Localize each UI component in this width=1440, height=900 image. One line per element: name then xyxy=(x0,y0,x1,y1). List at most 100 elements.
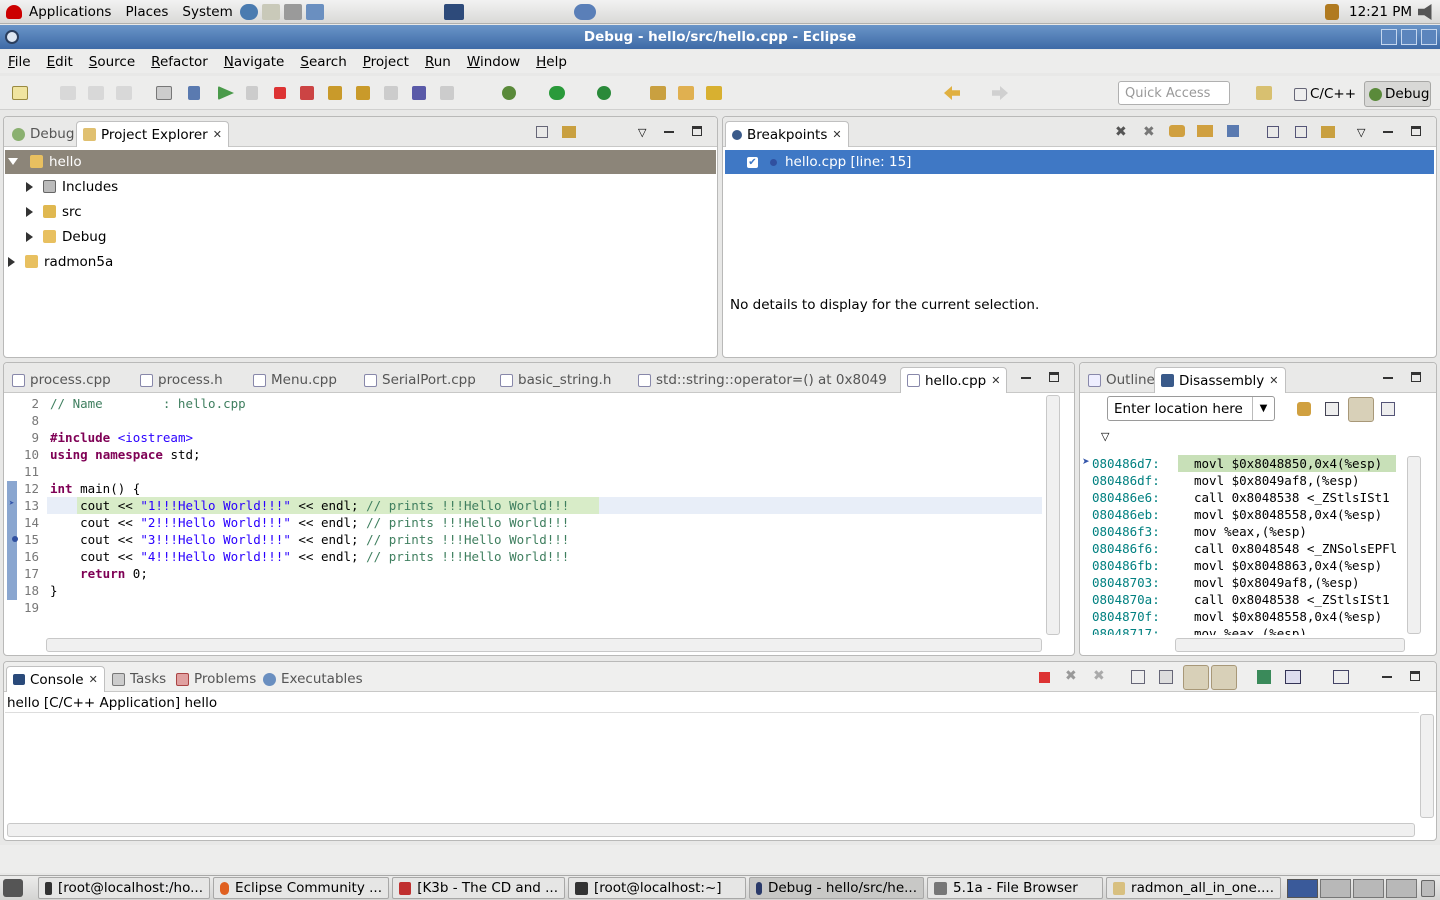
breakpoint-marker-icon[interactable] xyxy=(12,536,18,542)
perspective-debug-button[interactable]: Debug xyxy=(1364,81,1431,107)
run-to-line-icon[interactable] xyxy=(412,86,426,100)
window-menu-icon[interactable] xyxy=(5,30,19,44)
maximize-window-button[interactable] xyxy=(1401,29,1417,45)
maximize-view-icon[interactable] xyxy=(1411,372,1421,382)
expand-toggle-icon[interactable] xyxy=(26,206,33,217)
disconnect-icon[interactable] xyxy=(300,86,314,100)
menu-edit[interactable]: Edit xyxy=(39,54,81,70)
disassembly-row[interactable]: 08048717: mov %eax,(%esp) xyxy=(1092,625,1307,635)
link-with-editor-icon[interactable] xyxy=(1348,397,1374,422)
goto-file-icon[interactable] xyxy=(1197,125,1213,137)
tree-item-debug[interactable]: Debug xyxy=(26,224,106,249)
disassembly-row[interactable]: 08048703: movl $0x8049af8,(%esp) xyxy=(1092,574,1360,591)
location-combo[interactable]: Enter location here ▼ xyxy=(1107,396,1275,421)
editor-launcher-icon[interactable] xyxy=(283,3,302,20)
quick-access-field[interactable]: Quick Access xyxy=(1118,81,1230,105)
disassembly-horizontal-scrollbar[interactable] xyxy=(1175,638,1405,652)
dropdown-arrow-icon[interactable]: ▼ xyxy=(1252,397,1274,420)
trash-icon[interactable] xyxy=(1421,880,1435,897)
minimize-view-icon[interactable] xyxy=(1382,676,1392,678)
pin-console-icon[interactable] xyxy=(1257,670,1271,684)
remove-launch-icon[interactable]: ✖ xyxy=(1065,668,1077,684)
tab-debug[interactable]: Debug xyxy=(6,121,80,147)
close-tab-icon[interactable]: ✕ xyxy=(213,128,222,141)
disassembly-row[interactable]: 080486eb: movl $0x8048558,0x4(%esp) xyxy=(1092,506,1382,523)
minimize-view-icon[interactable] xyxy=(1383,131,1393,133)
task-k3b[interactable]: [K3b - The CD and ... xyxy=(392,877,565,899)
console-vertical-scrollbar[interactable] xyxy=(1420,714,1434,818)
minimize-view-icon[interactable] xyxy=(664,131,674,133)
expand-toggle-icon[interactable] xyxy=(26,181,33,192)
tab-tasks[interactable]: Tasks xyxy=(106,666,172,692)
mail-launcher-icon[interactable] xyxy=(261,3,280,20)
code-area[interactable]: 2 8 9 10 11 12 13 14 15 16 17 18 19 ➤ //… xyxy=(4,395,1044,635)
close-tab-icon[interactable]: ✕ xyxy=(89,673,98,686)
maximize-view-icon[interactable] xyxy=(692,126,702,136)
menu-navigate[interactable]: Navigate xyxy=(216,54,293,70)
external-tools-icon[interactable] xyxy=(597,86,611,100)
breakpoint-row[interactable]: ✔ hello.cpp [line: 15] xyxy=(725,150,1434,174)
terminate-icon[interactable] xyxy=(1039,672,1050,683)
checkbox-checked-icon[interactable]: ✔ xyxy=(747,156,758,168)
notes-launcher-icon[interactable] xyxy=(305,3,324,20)
minimize-window-button[interactable] xyxy=(1381,29,1397,45)
expand-all-icon[interactable] xyxy=(1267,126,1279,138)
maximize-view-icon[interactable] xyxy=(1049,372,1059,382)
step-return-icon[interactable] xyxy=(384,86,398,100)
collapse-all-icon[interactable] xyxy=(1295,126,1307,138)
tab-console[interactable]: Console ✕ xyxy=(6,666,105,692)
maximize-view-icon[interactable] xyxy=(1411,126,1421,136)
clock[interactable]: 12:21 PM xyxy=(1349,4,1412,20)
terminal-launcher-icon[interactable] xyxy=(443,3,464,20)
remove-all-breakpoints-icon[interactable]: ✖ xyxy=(1143,124,1155,140)
minimize-view-icon[interactable] xyxy=(1021,377,1031,379)
browser-launcher-icon[interactable] xyxy=(239,3,258,20)
open-element-icon[interactable] xyxy=(678,86,694,100)
link-view-icon[interactable] xyxy=(1321,126,1335,138)
refresh-icon[interactable] xyxy=(1381,402,1395,416)
step-into-icon[interactable] xyxy=(328,86,342,100)
workspace-switcher[interactable] xyxy=(1287,879,1417,898)
tree-item-radmon5a[interactable]: radmon5a xyxy=(8,249,113,274)
step-over-icon[interactable] xyxy=(356,86,370,100)
editor-vertical-scrollbar[interactable] xyxy=(1046,395,1060,635)
workspace-4[interactable] xyxy=(1386,879,1417,898)
save-all-icon[interactable] xyxy=(88,86,104,100)
tab-serialport-cpp[interactable]: SerialPort.cpp xyxy=(358,367,482,393)
tab-executables[interactable]: Executables xyxy=(257,666,369,692)
tab-operator-eq[interactable]: std::string::operator=() at 0x8049 xyxy=(632,367,893,393)
print-icon[interactable] xyxy=(116,86,132,100)
task-eclipse-debug[interactable]: Debug - hello/src/he... xyxy=(749,877,924,899)
disassembly-row[interactable]: 080486df: movl $0x8049af8,(%esp) xyxy=(1092,472,1360,489)
view-menu-icon[interactable]: ▽ xyxy=(1101,430,1109,443)
disassembly-row[interactable]: 080486fb: movl $0x8048863,0x4(%esp) xyxy=(1092,557,1382,574)
show-desktop-icon[interactable] xyxy=(3,879,23,897)
remove-breakpoint-icon[interactable]: ✖ xyxy=(1115,124,1127,140)
terminate-icon[interactable] xyxy=(274,87,286,99)
save-icon[interactable] xyxy=(60,86,76,100)
suspend-icon[interactable] xyxy=(246,86,258,100)
close-tab-icon[interactable]: ✕ xyxy=(991,374,1000,387)
collapse-all-icon[interactable] xyxy=(536,126,548,138)
task-file-browser[interactable]: 5.1a - File Browser xyxy=(927,877,1103,899)
show-on-stdout-icon[interactable] xyxy=(1183,665,1209,690)
tab-process-h[interactable]: process.h xyxy=(134,367,229,393)
instruction-step-icon[interactable] xyxy=(440,86,454,100)
menu-project[interactable]: Project xyxy=(355,54,417,70)
view-menu-icon[interactable]: ▽ xyxy=(638,126,646,139)
applications-menu[interactable]: Applications xyxy=(22,4,118,20)
updates-icon[interactable] xyxy=(1325,4,1339,20)
task-radmon[interactable]: radmon_all_in_one.... xyxy=(1106,877,1281,899)
system-menu[interactable]: System xyxy=(175,4,239,20)
display-console-icon[interactable] xyxy=(1285,670,1301,684)
close-tab-icon[interactable]: ✕ xyxy=(1269,374,1278,387)
menu-run[interactable]: Run xyxy=(417,54,459,70)
tab-hello-cpp[interactable]: hello.cpp ✕ xyxy=(900,367,1008,393)
perspective-cpp-button[interactable]: C/C++ xyxy=(1294,82,1356,106)
show-on-stderr-icon[interactable] xyxy=(1211,665,1237,690)
workspace-1[interactable] xyxy=(1287,879,1318,898)
close-window-button[interactable] xyxy=(1421,29,1437,45)
disassembly-row[interactable]: 0804870f: movl $0x8048558,0x4(%esp) xyxy=(1092,608,1382,625)
tab-outline[interactable]: Outline xyxy=(1082,367,1161,393)
scroll-lock-icon[interactable] xyxy=(1159,670,1173,684)
